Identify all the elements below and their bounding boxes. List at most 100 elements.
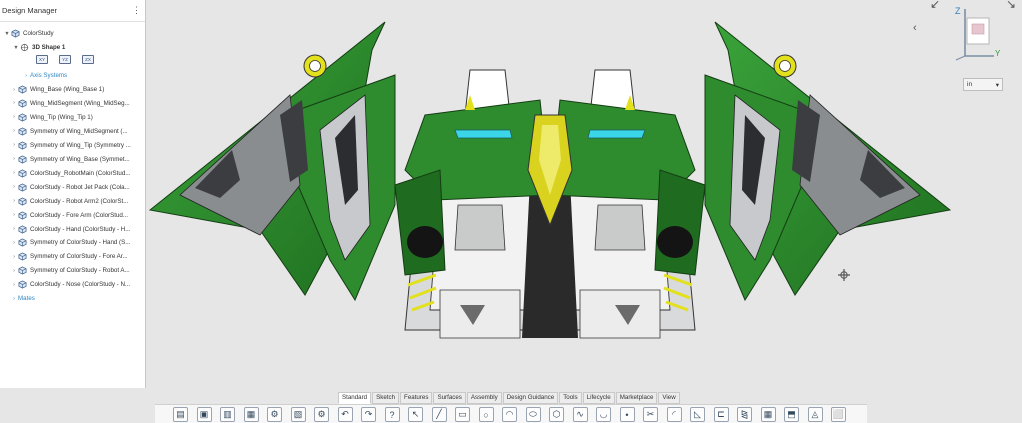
design-manager-header: Design Manager ⋮: [0, 0, 145, 22]
tree-item[interactable]: › Symmetry of Wing_Base (Symmet...: [10, 153, 145, 166]
trim-icon[interactable]: ✂: [643, 407, 658, 422]
tree-axis-systems[interactable]: › Axis Systems: [22, 69, 145, 82]
axis-systems-label: Axis Systems: [30, 72, 68, 79]
pattern-icon[interactable]: ▦: [760, 407, 776, 422]
tree-item[interactable]: › Symmetry of ColorStudy - Hand (S...: [10, 236, 145, 249]
line-icon[interactable]: ╱: [431, 407, 447, 422]
extrude-icon[interactable]: ⬒: [784, 407, 799, 422]
expand-caret-icon[interactable]: ›: [10, 254, 18, 260]
expand-caret-icon[interactable]: ›: [10, 170, 18, 176]
tab-sketch[interactable]: Sketch: [372, 392, 400, 404]
redo-icon[interactable]: ↷: [361, 407, 376, 422]
tree-item-label: ColorStudy - Nose (ColorStudy - N...: [30, 281, 131, 289]
mirror-icon[interactable]: ⧎: [737, 407, 752, 422]
tree-shape[interactable]: ▼ 3D Shape 1: [12, 41, 145, 54]
tab-lifecycle[interactable]: Lifecycle: [582, 392, 615, 404]
tree-item[interactable]: › ColorStudy - Robot Arm2 (ColorSt...: [10, 195, 145, 208]
expand-caret-icon[interactable]: ›: [10, 156, 18, 162]
expand-caret-icon[interactable]: ›: [10, 128, 18, 134]
expand-caret-icon[interactable]: ›: [10, 184, 18, 190]
tab-design-guidance[interactable]: Design Guidance: [502, 392, 559, 404]
revolve-icon[interactable]: ◬: [807, 407, 823, 422]
tree-item[interactable]: › ColorStudy - Fore Arm (ColorStud...: [10, 209, 145, 222]
arc-icon[interactable]: ◠: [502, 407, 517, 422]
expand-caret-icon[interactable]: ›: [10, 296, 18, 302]
conic-icon[interactable]: ◡: [596, 407, 611, 422]
design-manager-title: Design Manager: [2, 6, 58, 15]
tree-root[interactable]: ▼ ColorStudy: [3, 27, 145, 40]
tree-item[interactable]: › ColorStudy - Hand (ColorStudy - H...: [10, 223, 145, 236]
expand-caret-icon[interactable]: ›: [10, 212, 18, 218]
tree-item-label: ColorStudy - Fore Arm (ColorStud...: [30, 211, 128, 219]
unit-select[interactable]: in ▾: [963, 78, 1003, 91]
tree-item[interactable]: › ColorStudy_RobotMain (ColorStud...: [10, 167, 145, 180]
fillet-icon[interactable]: ◜: [666, 407, 682, 422]
vertical-dots-icon[interactable]: ⋮: [132, 6, 141, 15]
polygon-icon[interactable]: ⬡: [549, 407, 564, 422]
robot-3d-model[interactable]: [140, 20, 960, 345]
point-icon[interactable]: •: [619, 407, 635, 422]
tree-item[interactable]: › ColorStudy - Robot Jet Pack (Cola...: [10, 181, 145, 194]
rectangle-icon[interactable]: ▭: [455, 407, 470, 422]
save-all-icon[interactable]: ▦: [243, 407, 259, 422]
tree-item[interactable]: › Symmetry of ColorStudy - Robot A...: [10, 264, 145, 277]
expand-caret-icon[interactable]: ▼: [3, 31, 11, 37]
move-cursor-icon: [838, 269, 850, 281]
tree-item[interactable]: › Wing_MidSegment (Wing_MidSeg...: [10, 97, 145, 110]
expand-caret-icon[interactable]: ›: [22, 73, 30, 79]
expand-caret-icon[interactable]: ›: [10, 240, 18, 246]
design-manager-panel: Design Manager ⋮ ▼ ColorStudy ▼ 3D Shape…: [0, 0, 146, 388]
tree-item[interactable]: › Symmetry of Wing_MidSegment (...: [10, 125, 145, 138]
open-icon[interactable]: ▣: [196, 407, 212, 422]
expand-caret-icon[interactable]: ›: [10, 87, 18, 93]
tree-item-label: Symmetry of ColorStudy - Hand (S...: [30, 239, 131, 247]
tree-item[interactable]: › Symmetry of ColorStudy - Fore Ar...: [10, 250, 145, 263]
settings-icon[interactable]: ⚙: [267, 407, 282, 422]
tab-view[interactable]: View: [658, 392, 680, 404]
part-icon: [18, 85, 27, 94]
tree-item[interactable]: › ColorStudy - Nose (ColorStudy - N...: [10, 278, 145, 291]
rotate-left-arrow-icon[interactable]: ↙: [930, 0, 940, 11]
tree-item-label: Symmetry of Wing_Tip (Symmetry ...: [30, 141, 131, 149]
chamfer-icon[interactable]: ◺: [690, 407, 705, 422]
yz-plane-icon[interactable]: YZ: [59, 55, 71, 64]
offset-icon[interactable]: ⊏: [713, 407, 729, 422]
part-icon: [18, 183, 27, 192]
shell-icon[interactable]: ⬜: [831, 407, 846, 422]
expand-caret-icon[interactable]: ›: [10, 142, 18, 148]
expand-caret-icon[interactable]: ›: [10, 268, 18, 274]
tree-item[interactable]: › Wing_Tip (Wing_Tip 1): [10, 111, 145, 124]
tab-standard[interactable]: Standard: [338, 392, 372, 404]
ellipse-icon[interactable]: ⬭: [525, 407, 541, 422]
tree-mates[interactable]: › Mates: [10, 292, 145, 305]
select-icon[interactable]: ↖: [408, 407, 423, 422]
undo-icon[interactable]: ↶: [337, 407, 353, 422]
chevron-left-icon[interactable]: ‹: [913, 22, 917, 34]
tree-item-label: ColorStudy_RobotMain (ColorStud...: [30, 169, 131, 177]
expand-caret-icon[interactable]: ›: [10, 198, 18, 204]
tab-marketplace[interactable]: Marketplace: [615, 392, 658, 404]
tab-assembly[interactable]: Assembly: [466, 392, 502, 404]
new-icon[interactable]: ▤: [173, 407, 188, 422]
circle-icon[interactable]: ○: [478, 407, 494, 422]
tree-item[interactable]: › Symmetry of Wing_Tip (Symmetry ...: [10, 139, 145, 152]
options-icon[interactable]: ⚙: [314, 407, 329, 422]
expand-caret-icon[interactable]: ›: [10, 226, 18, 232]
xy-plane-icon[interactable]: XY: [36, 55, 48, 64]
expand-caret-icon[interactable]: ›: [10, 100, 18, 106]
unit-value: in: [967, 81, 973, 88]
tab-surfaces[interactable]: Surfaces: [433, 392, 466, 404]
rotate-right-arrow-icon[interactable]: ↘: [1006, 0, 1016, 11]
screenshot-icon[interactable]: ▧: [290, 407, 306, 422]
expand-caret-icon[interactable]: ›: [10, 114, 18, 120]
tab-features[interactable]: Features: [400, 392, 433, 404]
save-icon[interactable]: ▥: [220, 407, 235, 422]
zx-plane-icon[interactable]: ZX: [82, 55, 94, 64]
tree-item[interactable]: › Wing_Base (Wing_Base 1): [10, 83, 145, 96]
help-icon[interactable]: ?: [384, 407, 400, 422]
orientation-triad[interactable]: Z Y: [948, 4, 1004, 62]
expand-caret-icon[interactable]: ▼: [12, 45, 20, 51]
expand-caret-icon[interactable]: ›: [10, 282, 18, 288]
spline-icon[interactable]: ∿: [572, 407, 588, 422]
tab-tools[interactable]: Tools: [559, 392, 582, 404]
